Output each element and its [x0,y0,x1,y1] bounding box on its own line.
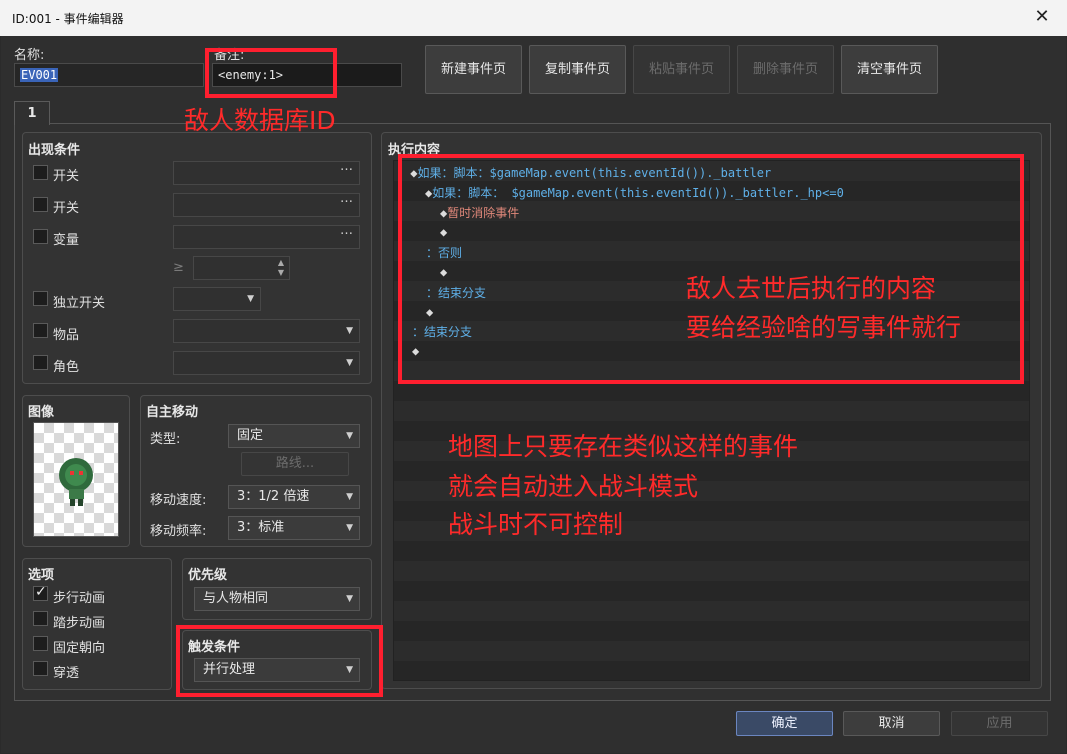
tab-page-1[interactable]: 1 [14,101,50,125]
item-combo[interactable]: ▼ [173,319,360,343]
stepping-anim-label: 踏步动画 [53,616,106,631]
monster-sprite-icon [59,458,93,506]
actor-combo[interactable]: ▼ [173,351,360,375]
after-death-annotation-line2: 要给经验啥的写事件就行 [686,313,962,342]
new-page-button[interactable]: 新建事件页 [425,45,522,94]
switch1-select[interactable]: … [173,159,360,185]
chevron-down-icon: ▼ [346,431,353,441]
walking-anim-checkbox[interactable] [33,584,48,601]
gte-symbol: ≥ [173,260,184,275]
options-title: 选项 [28,568,55,583]
ellipsis-icon: … [340,191,353,206]
command-list-stripe [394,561,1029,581]
close-icon[interactable]: ✕ [1031,6,1053,28]
through-label: 穿透 [53,666,80,681]
spin-up-icon[interactable]: ▲ [278,258,284,267]
command-list-stripe [394,641,1029,661]
chevron-down-icon: ▼ [346,358,353,368]
move-type-combo[interactable]: 固定 ▼ [228,424,360,448]
move-freq-combo[interactable]: 3：标准 ▼ [228,516,360,540]
item-label: 物品 [53,328,80,343]
copy-page-button[interactable]: 复制事件页 [529,45,626,94]
chevron-down-icon: ▼ [346,492,353,502]
command-list-stripe [394,581,1029,601]
move-speed-combo[interactable]: 3：1/2 倍速 ▼ [228,485,360,509]
priority-combo[interactable]: 与人物相同 ▼ [194,587,360,611]
route-button[interactable]: 路线... [241,452,349,476]
event-image-preview[interactable] [33,422,119,537]
chevron-down-icon: ▼ [247,294,254,304]
apply-button[interactable]: 应用 [951,711,1048,736]
conditions-title: 出现条件 [28,143,81,158]
priority-value: 与人物相同 [203,591,269,606]
contents-highlight-box [398,154,1024,384]
ellipsis-icon: … [340,159,353,174]
variable-value-spinner[interactable]: ▲ ▼ [193,256,290,280]
switch1-checkbox[interactable] [33,165,48,180]
switch2-select[interactable]: … [173,191,360,217]
name-field[interactable]: EV001 [14,63,204,87]
variable-select[interactable]: … [173,223,360,249]
through-checkbox[interactable] [33,661,48,676]
command-list-stripe [394,401,1029,421]
trigger-highlight-box [176,625,383,697]
command-list-stripe [394,541,1029,561]
chevron-down-icon: ▼ [346,523,353,533]
command-list-stripe [394,661,1029,680]
auto-battle-annotation-line3: 战斗时不可控制 [448,510,624,539]
chevron-down-icon: ▼ [346,594,353,604]
window-title: ID:001 - 事件编辑器 [12,12,124,26]
self-switch-combo[interactable]: ▼ [173,287,261,311]
move-type-label: 类型: [150,432,181,447]
stepping-anim-checkbox[interactable] [33,611,48,626]
direction-fix-checkbox[interactable] [33,636,48,651]
item-checkbox[interactable] [33,323,48,338]
actor-label: 角色 [53,360,80,375]
ellipsis-icon: … [340,223,353,238]
move-freq-value: 3：标准 [237,520,285,535]
title-bar: ID:001 - 事件编辑器 ✕ [0,0,1067,36]
move-freq-label: 移动频率: [150,524,207,539]
command-list-stripe [394,381,1029,401]
enemy-db-annotation: 敌人数据库ID [184,106,336,135]
self-switch-checkbox[interactable] [33,291,48,306]
switch1-label: 开关 [53,169,80,184]
walking-anim-label: 步行动画 [53,591,106,606]
variable-label: 变量 [53,233,80,248]
command-list-stripe [394,601,1029,621]
move-type-value: 固定 [237,428,264,443]
name-label: 名称: [14,48,45,63]
name-value: EV001 [20,68,59,82]
switch2-checkbox[interactable] [33,197,48,212]
actor-checkbox[interactable] [33,355,48,370]
variable-checkbox[interactable] [33,229,48,244]
move-speed-value: 3：1/2 倍速 [237,489,310,504]
after-death-annotation-line1: 敌人去世后执行的内容 [686,274,937,303]
direction-fix-label: 固定朝向 [53,641,106,656]
auto-battle-annotation-line2: 就会自动进入战斗模式 [448,472,699,501]
chevron-down-icon: ▼ [346,326,353,336]
self-switch-label: 独立开关 [53,296,106,311]
priority-title: 优先级 [188,568,228,583]
auto-battle-annotation-line1: 地图上只要存在类似这样的事件 [448,432,799,461]
spin-down-icon[interactable]: ▼ [278,268,284,277]
note-highlight-box [205,48,337,98]
command-list-stripe [394,621,1029,641]
ok-button[interactable]: 确定 [736,711,833,736]
switch2-label: 开关 [53,201,80,216]
autonomous-title: 自主移动 [146,405,199,420]
delete-page-button[interactable]: 删除事件页 [737,45,834,94]
image-title: 图像 [28,405,55,420]
paste-page-button[interactable]: 粘贴事件页 [633,45,730,94]
cancel-button[interactable]: 取消 [843,711,940,736]
clear-page-button[interactable]: 清空事件页 [841,45,938,94]
move-speed-label: 移动速度: [150,493,207,508]
